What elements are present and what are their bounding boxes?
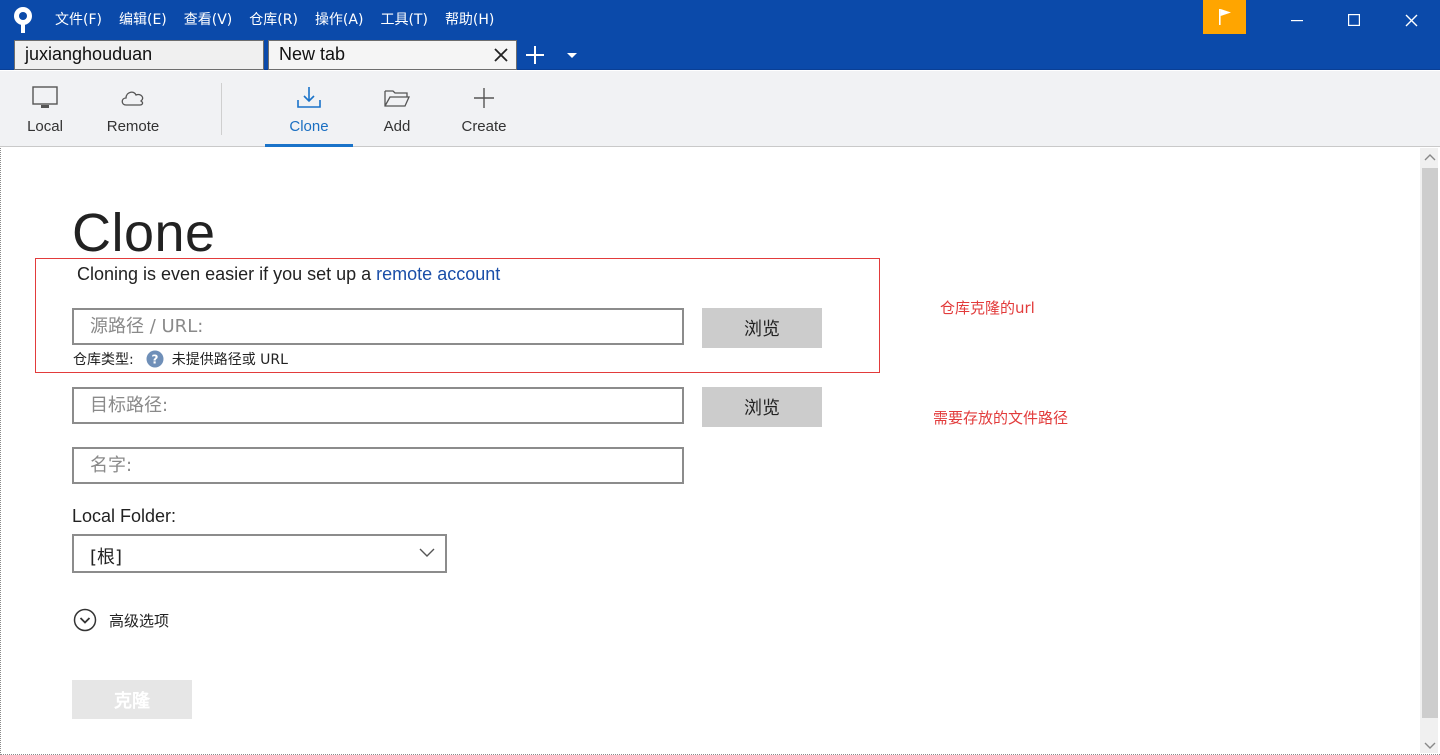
target-path-input[interactable] [74, 389, 682, 422]
plus-icon [474, 88, 494, 108]
toolbar-local-button[interactable]: Local [20, 71, 70, 147]
local-folder-select[interactable]: [根] [72, 534, 447, 573]
tab-label: New tab [279, 44, 346, 64]
advanced-options-toggle[interactable]: 高级选项 [73, 608, 169, 632]
repo-type-row: 仓库类型: ? 未提供路径或 URL [73, 349, 288, 369]
clone-button[interactable]: 克隆 [72, 680, 192, 719]
toolbar-create-label: Create [461, 118, 507, 135]
menu-bar: 文件(F) 编辑(E) 查看(V) 仓库(R) 操作(A) 工具(T) 帮助(H… [55, 10, 511, 30]
tab-list-chevron-down-icon[interactable] [566, 52, 578, 60]
local-folder-label: Local Folder: [72, 506, 177, 526]
cloud-icon [121, 91, 144, 106]
download-icon [297, 87, 321, 108]
page-title: Clone [72, 203, 216, 263]
repo-type-value: 未提供路径或 URL [171, 352, 288, 368]
remote-account-hint: Cloning is even easier if you set up a r… [77, 264, 500, 285]
minimize-icon [1291, 20, 1303, 22]
close-icon [1405, 14, 1417, 26]
advanced-options-label: 高级选项 [109, 611, 170, 630]
close-window-button[interactable] [1382, 0, 1440, 40]
toolbar-add-label: Add [383, 118, 411, 135]
annotation-path-note: 需要存放的文件路径 [933, 409, 1069, 427]
menu-actions[interactable]: 操作(A) [315, 10, 364, 30]
toolbar-remote-label: Remote [106, 118, 160, 135]
source-url-field[interactable] [72, 308, 684, 345]
tab-label: juxianghouduan [25, 44, 153, 64]
folder-open-icon [384, 90, 411, 107]
menu-tools[interactable]: 工具(T) [380, 10, 427, 30]
toolbar-local-label: Local [27, 118, 63, 135]
menu-edit[interactable]: 编辑(E) [119, 10, 167, 30]
name-field[interactable] [72, 447, 684, 484]
repo-type-label: 仓库类型: [73, 352, 134, 368]
toolbar-clone-label: Clone [289, 118, 329, 135]
title-bar: 文件(F) 编辑(E) 查看(V) 仓库(R) 操作(A) 工具(T) 帮助(H… [0, 0, 1440, 40]
browse-source-button[interactable]: 浏览 [702, 308, 822, 348]
local-folder-value: [根] [90, 547, 123, 568]
toolbar-create-button[interactable]: Create [456, 71, 512, 147]
help-icon: ? [146, 350, 164, 368]
tab-close-icon[interactable] [492, 46, 510, 64]
scroll-up-arrow-icon[interactable] [1424, 152, 1436, 162]
chevron-down-icon [419, 548, 435, 557]
flag-icon [1218, 9, 1231, 25]
notification-flag-button[interactable] [1203, 0, 1246, 34]
name-input[interactable] [74, 449, 682, 482]
tab-repository[interactable]: juxianghouduan [14, 40, 264, 70]
minimize-button[interactable] [1268, 0, 1326, 40]
scrollbar-thumb[interactable] [1422, 168, 1438, 718]
scroll-down-arrow-icon[interactable] [1424, 741, 1436, 751]
browse-target-button[interactable]: 浏览 [702, 387, 822, 427]
menu-help[interactable]: 帮助(H) [445, 10, 494, 30]
maximize-icon [1348, 14, 1360, 26]
target-path-field[interactable] [72, 387, 684, 424]
expand-chevron-circle-icon [73, 608, 97, 632]
toolbar-divider [221, 83, 222, 135]
tab-bar: juxianghouduan New tab [0, 40, 1440, 70]
svg-text:?: ? [151, 353, 158, 367]
maximize-button[interactable] [1325, 0, 1383, 40]
menu-repository[interactable]: 仓库(R) [249, 10, 298, 30]
clone-panel: Clone Cloning is even easier if you set … [0, 148, 1440, 755]
menu-view[interactable]: 查看(V) [184, 10, 233, 30]
source-url-input[interactable] [74, 310, 682, 343]
sourcetree-logo-icon[interactable] [10, 6, 36, 34]
remote-account-link[interactable]: remote account [376, 264, 500, 284]
toolbar-add-button[interactable]: Add [372, 71, 422, 147]
annotation-url-note: 仓库克隆的url [940, 299, 1035, 317]
toolbar-remote-button[interactable]: Remote [100, 71, 166, 147]
add-tab-icon[interactable] [524, 44, 546, 66]
app-window: 文件(F) 编辑(E) 查看(V) 仓库(R) 操作(A) 工具(T) 帮助(H… [0, 0, 1440, 755]
toolbar-clone-button[interactable]: Clone [265, 71, 353, 147]
toolbar: Local Remote Clone Add Create [0, 71, 1440, 147]
monitor-icon [32, 86, 58, 108]
menu-file[interactable]: 文件(F) [55, 10, 102, 30]
hint-text: Cloning is even easier if you set up a [77, 264, 377, 284]
tab-new[interactable]: New tab [268, 40, 517, 70]
vertical-scrollbar[interactable] [1420, 148, 1438, 753]
